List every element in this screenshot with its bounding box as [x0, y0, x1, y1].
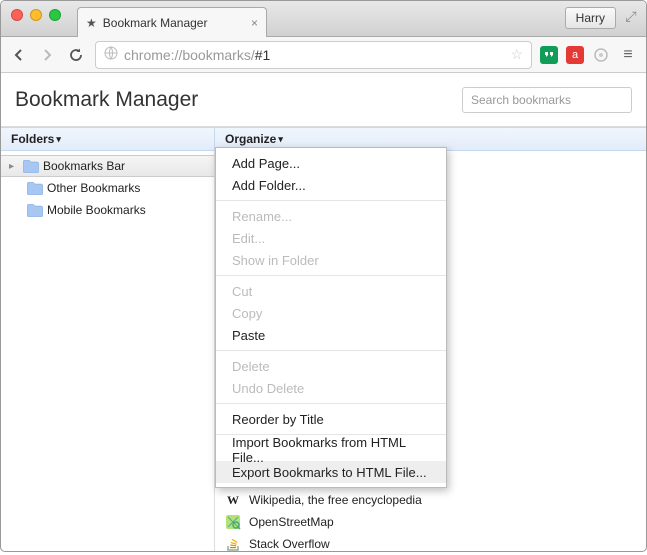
manager-header: Bookmark Manager	[1, 73, 646, 127]
extension-icon[interactable]: a	[566, 46, 584, 64]
menu-separator	[216, 350, 446, 351]
window-titlebar: ★ Bookmark Manager × Harry ⤢	[1, 1, 646, 37]
tree-item-mobile-bookmarks[interactable]: Mobile Bookmarks	[1, 199, 214, 221]
bookmark-title: OpenStreetMap	[249, 515, 334, 529]
menu-show-in-folder: Show in Folder	[216, 249, 446, 271]
window-close-button[interactable]	[11, 9, 23, 21]
search-input[interactable]	[462, 87, 632, 113]
browser-toolbar: chrome://bookmarks/#1 ☆ a ≡	[1, 37, 646, 73]
tree-item-label: Bookmarks Bar	[43, 159, 125, 173]
bookmark-title: Wikipedia, the free encyclopedia	[249, 493, 422, 507]
tab-title: Bookmark Manager	[103, 16, 208, 30]
hangouts-extension-icon[interactable]	[540, 46, 558, 64]
tab-close-icon[interactable]: ×	[251, 16, 258, 30]
caret-down-icon: ▾	[278, 134, 283, 145]
menu-delete: Delete	[216, 355, 446, 377]
page-title: Bookmark Manager	[15, 88, 198, 112]
folder-icon	[27, 204, 43, 217]
menu-copy: Copy	[216, 302, 446, 324]
profile-name: Harry	[576, 11, 605, 25]
extension-icon-2[interactable]	[592, 46, 610, 64]
window-zoom-button[interactable]	[49, 9, 61, 21]
reload-button[interactable]	[65, 44, 87, 66]
main-area: ▸ Bookmarks Bar Other Bookmarks Mobile B…	[1, 151, 646, 551]
bookmarks-list: Add Page... Add Folder... Rename... Edit…	[215, 151, 646, 551]
url-prefix: chrome://bookmarks/	[124, 47, 255, 63]
openstreetmap-favicon	[225, 514, 241, 530]
disclosure-triangle-icon[interactable]: ▸	[9, 161, 19, 172]
folder-icon	[27, 182, 43, 195]
tree-item-label: Mobile Bookmarks	[47, 203, 146, 217]
menu-edit: Edit...	[216, 227, 446, 249]
menu-rename: Rename...	[216, 205, 446, 227]
menu-separator	[216, 403, 446, 404]
bookmark-row[interactable]: OpenStreetMap	[215, 511, 646, 533]
menu-cut: Cut	[216, 280, 446, 302]
menu-add-page[interactable]: Add Page...	[216, 152, 446, 174]
folders-column-header[interactable]: Folders▾	[1, 128, 215, 150]
bookmark-star-icon: ★	[86, 16, 97, 30]
folder-tree: ▸ Bookmarks Bar Other Bookmarks Mobile B…	[1, 151, 215, 551]
tree-item-bookmarks-bar[interactable]: ▸ Bookmarks Bar	[1, 155, 214, 177]
menu-undo-delete: Undo Delete	[216, 377, 446, 399]
browser-tab[interactable]: ★ Bookmark Manager ×	[77, 7, 267, 37]
caret-down-icon: ▾	[56, 134, 61, 145]
menu-separator	[216, 200, 446, 201]
tree-item-label: Other Bookmarks	[47, 181, 140, 195]
organize-menu: Add Page... Add Folder... Rename... Edit…	[215, 147, 447, 488]
menu-separator	[216, 275, 446, 276]
wikipedia-favicon: W	[225, 492, 241, 508]
profile-button[interactable]: Harry	[565, 7, 616, 29]
folder-icon	[23, 160, 39, 173]
menu-import-html[interactable]: Import Bookmarks from HTML File...	[216, 439, 446, 461]
menu-reorder-by-title[interactable]: Reorder by Title	[216, 408, 446, 430]
bookmark-title: Stack Overflow	[249, 537, 330, 551]
chrome-menu-icon[interactable]: ≡	[618, 46, 638, 64]
window-minimize-button[interactable]	[30, 9, 42, 21]
menu-export-html[interactable]: Export Bookmarks to HTML File...	[216, 461, 446, 483]
address-bar[interactable]: chrome://bookmarks/#1 ☆	[95, 41, 532, 69]
tree-item-other-bookmarks[interactable]: Other Bookmarks	[1, 177, 214, 199]
fullscreen-icon[interactable]: ⤢	[622, 7, 640, 25]
menu-add-folder[interactable]: Add Folder...	[216, 174, 446, 196]
back-button[interactable]	[9, 45, 29, 65]
traffic-lights	[1, 1, 61, 21]
bookmark-page-icon[interactable]: ☆	[510, 46, 523, 63]
globe-icon	[104, 46, 118, 63]
menu-paste[interactable]: Paste	[216, 324, 446, 346]
stackoverflow-favicon	[225, 536, 241, 552]
forward-button[interactable]	[37, 45, 57, 65]
url-fragment: #1	[255, 47, 271, 63]
bookmark-row[interactable]: W Wikipedia, the free encyclopedia	[215, 489, 646, 511]
url-text: chrome://bookmarks/#1	[124, 47, 270, 63]
